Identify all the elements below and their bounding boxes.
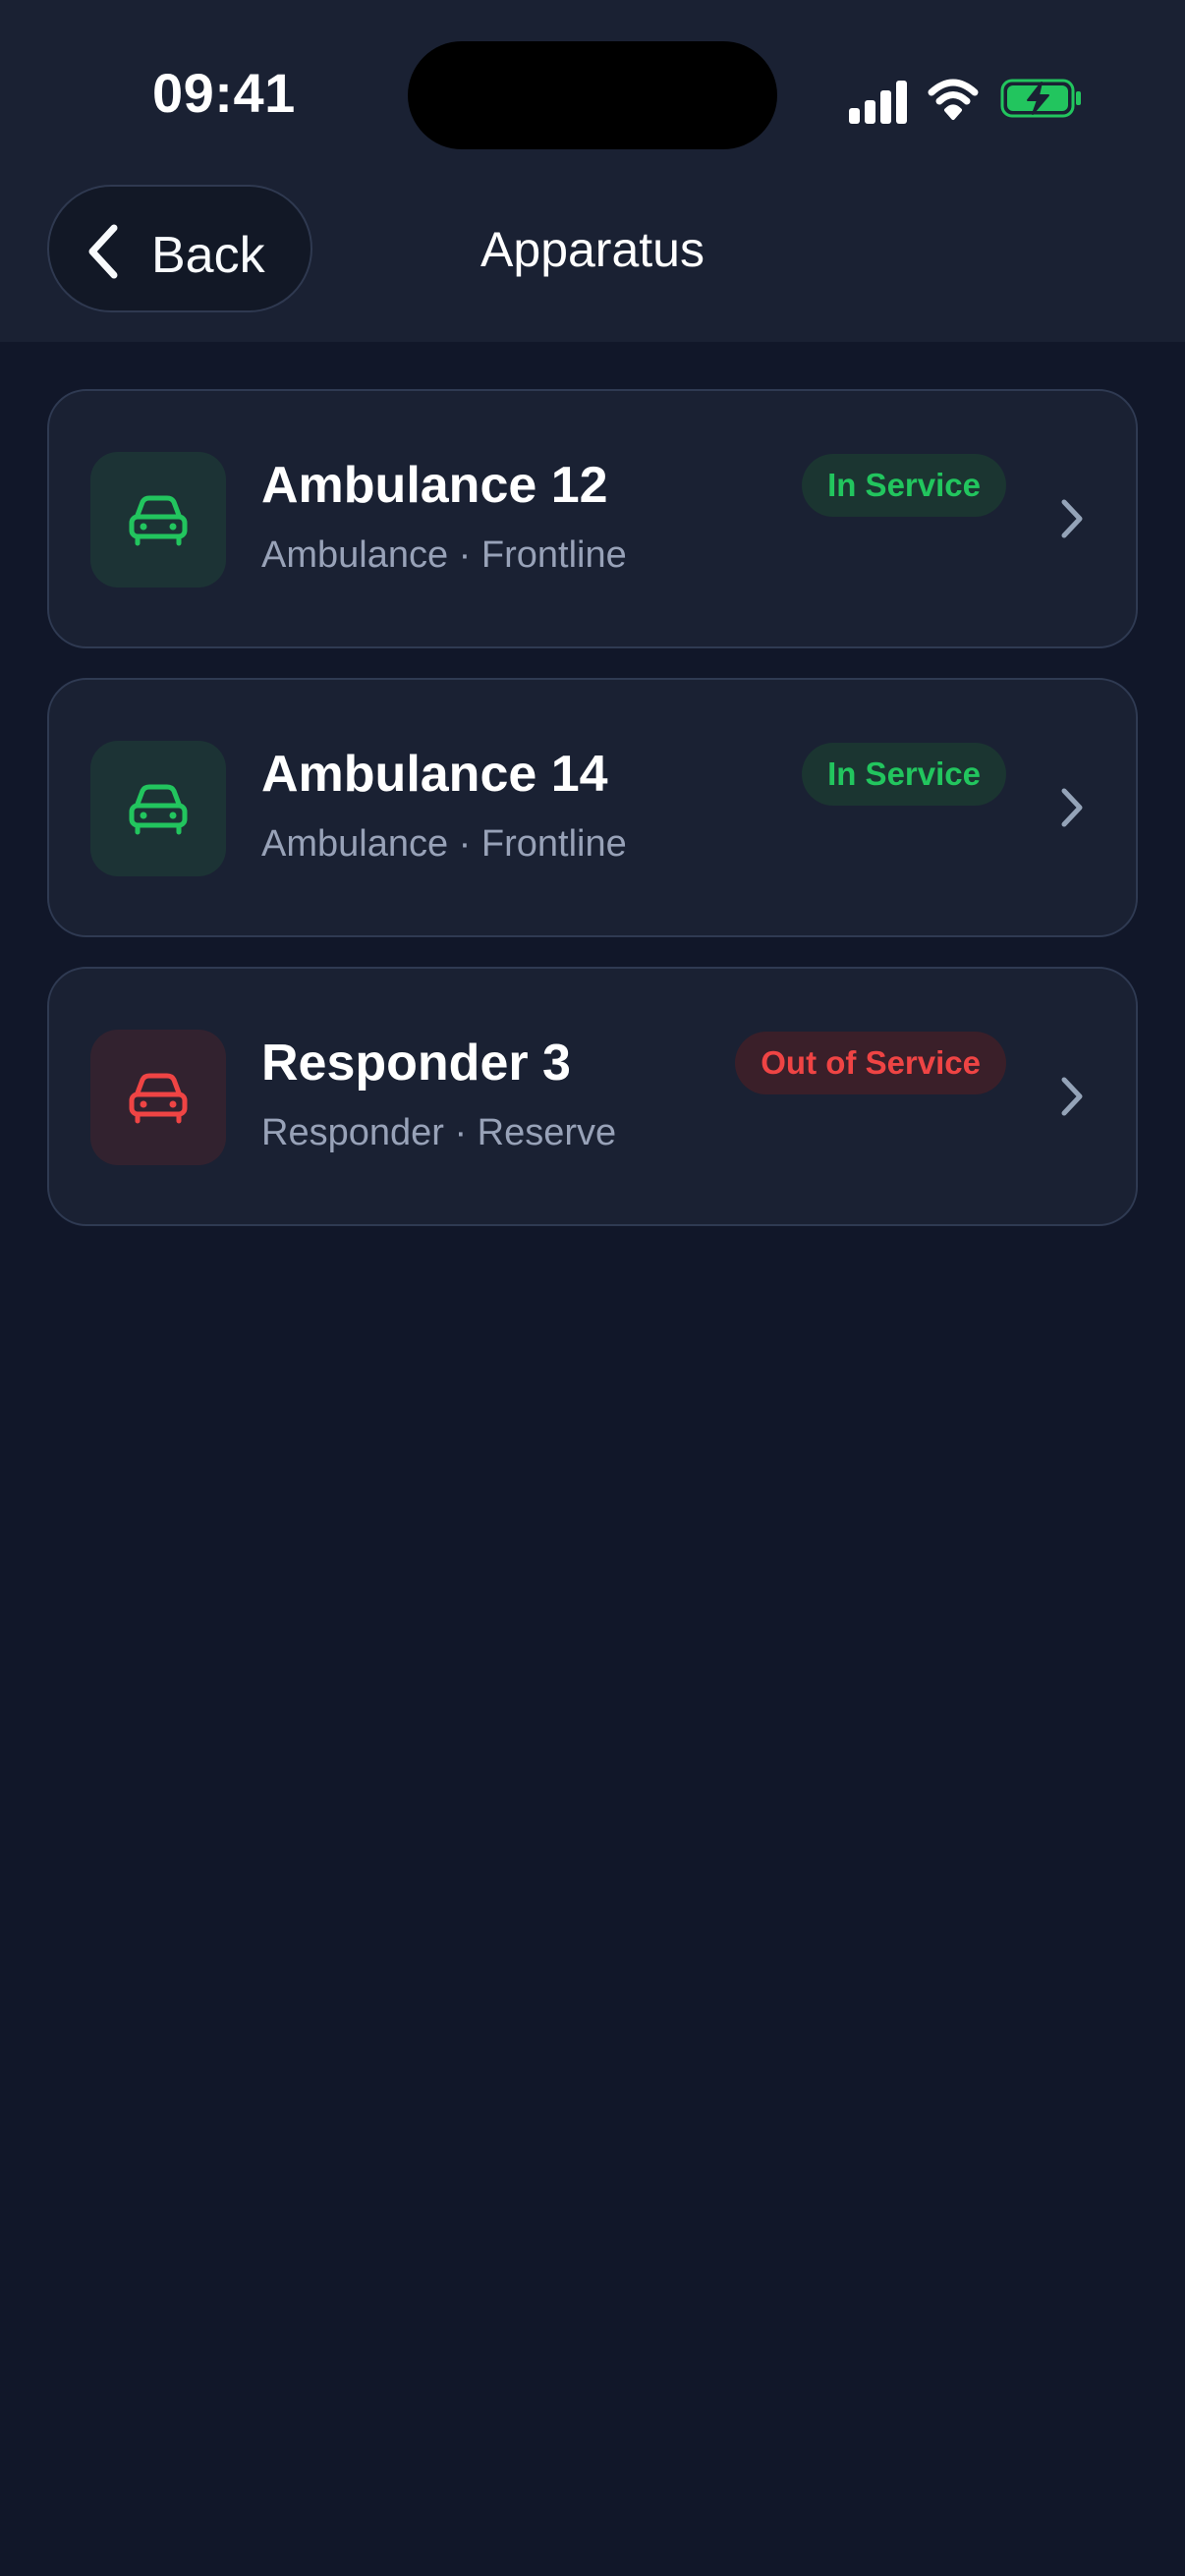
signal-icon (849, 81, 907, 124)
vehicle-icon-tile (90, 741, 226, 876)
chevron-right-icon (1061, 1077, 1083, 1116)
car-icon (129, 1073, 188, 1124)
page-title: Apparatus (480, 222, 705, 277)
apparatus-name: Ambulance 14 (261, 746, 608, 803)
apparatus-card[interactable]: Ambulance 14 Ambulance · Frontline In Se… (47, 678, 1138, 937)
apparatus-name: Responder 3 (261, 1035, 571, 1092)
status-time: 09:41 (152, 62, 296, 124)
header: 09:41 Back Apparatus (0, 0, 1185, 342)
wifi-icon (928, 79, 979, 120)
status-bar: 09:41 (0, 0, 1185, 177)
apparatus-subtitle: Ambulance · Frontline (261, 534, 627, 576)
chevron-right-icon (1061, 788, 1083, 827)
apparatus-name: Ambulance 12 (261, 457, 608, 514)
status-badge: Out of Service (735, 1032, 1006, 1094)
apparatus-subtitle: Ambulance · Frontline (261, 823, 627, 865)
apparatus-list: Ambulance 12 Ambulance · Frontline In Se… (47, 389, 1138, 1256)
car-icon (129, 784, 188, 835)
apparatus-card[interactable]: Ambulance 12 Ambulance · Frontline In Se… (47, 389, 1138, 648)
chevron-right-icon (1061, 499, 1083, 538)
vehicle-icon-tile (90, 1030, 226, 1165)
status-badge: In Service (802, 454, 1006, 517)
car-icon (129, 495, 188, 546)
dynamic-island (408, 41, 777, 149)
apparatus-card[interactable]: Responder 3 Responder · Reserve Out of S… (47, 967, 1138, 1226)
apparatus-subtitle: Responder · Reserve (261, 1112, 617, 1153)
nav-bar: Back Apparatus (0, 177, 1185, 342)
vehicle-icon-tile (90, 452, 226, 588)
status-badge: In Service (802, 743, 1006, 806)
battery-charging-icon (1000, 79, 1081, 118)
